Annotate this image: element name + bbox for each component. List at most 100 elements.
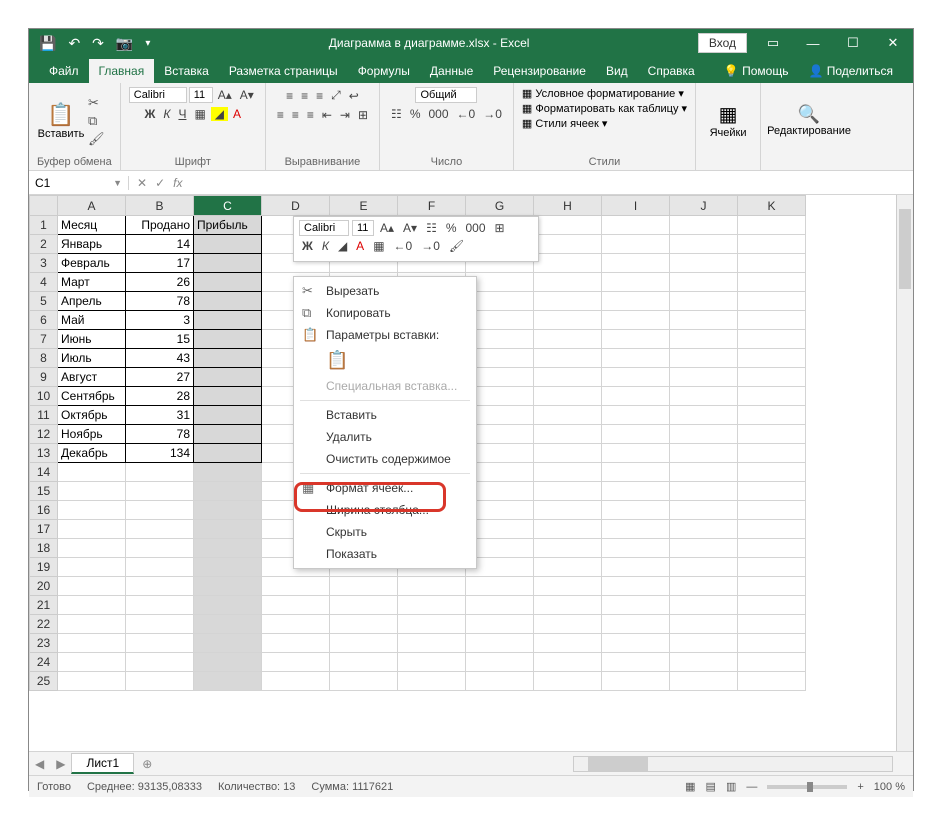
cell[interactable]	[670, 235, 738, 254]
cell[interactable]	[194, 425, 262, 444]
cell[interactable]: 78	[126, 292, 194, 311]
cell[interactable]	[58, 634, 126, 653]
cell[interactable]	[126, 558, 194, 577]
column-header[interactable]: G	[466, 196, 534, 216]
cell[interactable]	[602, 292, 670, 311]
cell[interactable]	[58, 520, 126, 539]
cell[interactable]: Февраль	[58, 254, 126, 273]
cell[interactable]	[58, 615, 126, 634]
cell[interactable]	[534, 482, 602, 501]
cell[interactable]	[466, 615, 534, 634]
close-icon[interactable]: ✕	[873, 29, 913, 57]
cell[interactable]	[602, 463, 670, 482]
tab-file[interactable]: Файл	[39, 59, 89, 83]
name-box[interactable]: C1▼	[29, 176, 129, 190]
tab-tell[interactable]: 💡 Помощь	[714, 59, 799, 83]
row-header[interactable]: 25	[30, 672, 58, 691]
cell[interactable]	[466, 672, 534, 691]
cell[interactable]	[534, 368, 602, 387]
cell[interactable]: Июль	[58, 349, 126, 368]
cell[interactable]: Декабрь	[58, 444, 126, 463]
row-header[interactable]: 16	[30, 501, 58, 520]
row-header[interactable]: 17	[30, 520, 58, 539]
fx-icon[interactable]: fx	[173, 176, 182, 190]
enter-formula-icon[interactable]: ✓	[155, 176, 165, 190]
cell[interactable]: 17	[126, 254, 194, 273]
column-header[interactable]: H	[534, 196, 602, 216]
cell[interactable]	[602, 653, 670, 672]
percent-icon[interactable]: %	[407, 106, 424, 122]
column-header[interactable]: A	[58, 196, 126, 216]
cell[interactable]	[602, 254, 670, 273]
column-header[interactable]: C	[194, 196, 262, 216]
tab-view[interactable]: Вид	[596, 59, 638, 83]
cell[interactable]	[58, 653, 126, 672]
cell[interactable]	[670, 368, 738, 387]
maximize-icon[interactable]: ☐	[833, 29, 873, 57]
align-top-icon[interactable]: ≡	[283, 88, 296, 104]
cell[interactable]	[738, 387, 806, 406]
cell[interactable]: Август	[58, 368, 126, 387]
cell[interactable]	[670, 273, 738, 292]
cell[interactable]	[126, 577, 194, 596]
cell[interactable]	[58, 482, 126, 501]
column-header[interactable]: K	[738, 196, 806, 216]
font-name-select[interactable]: Calibri	[129, 87, 187, 103]
mini-dec0-icon[interactable]: ←0	[391, 238, 416, 254]
editing-button[interactable]: 🔍Редактирование	[769, 91, 849, 151]
align-center-icon[interactable]: ≡	[289, 107, 302, 123]
cell[interactable]	[670, 482, 738, 501]
tab-data[interactable]: Данные	[420, 59, 483, 83]
cell[interactable]	[602, 330, 670, 349]
cell[interactable]	[194, 558, 262, 577]
cell[interactable]	[602, 425, 670, 444]
cell[interactable]	[670, 634, 738, 653]
align-left-icon[interactable]: ≡	[274, 107, 287, 123]
cell[interactable]	[194, 672, 262, 691]
cell[interactable]	[738, 406, 806, 425]
cell[interactable]	[534, 311, 602, 330]
tab-help[interactable]: Справка	[638, 59, 705, 83]
cell[interactable]	[738, 501, 806, 520]
dec-decimal-icon[interactable]: →0	[480, 106, 505, 122]
cell[interactable]	[738, 482, 806, 501]
cell[interactable]	[194, 653, 262, 672]
cell[interactable]	[534, 406, 602, 425]
cell[interactable]	[738, 254, 806, 273]
row-header[interactable]: 9	[30, 368, 58, 387]
cell[interactable]: 134	[126, 444, 194, 463]
cell[interactable]	[330, 653, 398, 672]
cell[interactable]	[398, 577, 466, 596]
cell[interactable]	[398, 634, 466, 653]
cell[interactable]	[602, 501, 670, 520]
mini-merge-icon[interactable]: ⊞	[492, 220, 508, 236]
row-header[interactable]: 19	[30, 558, 58, 577]
cell[interactable]	[670, 330, 738, 349]
cond-format-button[interactable]: ▦ Условное форматирование ▾	[522, 87, 684, 100]
cell[interactable]	[534, 330, 602, 349]
align-mid-icon[interactable]: ≡	[298, 88, 311, 104]
cell[interactable]	[738, 311, 806, 330]
cell[interactable]	[534, 539, 602, 558]
row-header[interactable]: 14	[30, 463, 58, 482]
cell[interactable]	[534, 235, 602, 254]
cell[interactable]	[738, 558, 806, 577]
row-header[interactable]: 23	[30, 634, 58, 653]
cell[interactable]	[194, 444, 262, 463]
cell[interactable]: Прибыль	[194, 216, 262, 235]
horizontal-scrollbar[interactable]	[573, 756, 893, 772]
menu-cut[interactable]: ✂Вырезать	[294, 280, 476, 302]
cell[interactable]	[534, 520, 602, 539]
cell[interactable]	[534, 349, 602, 368]
cell[interactable]	[602, 482, 670, 501]
cell[interactable]: 43	[126, 349, 194, 368]
tab-review[interactable]: Рецензирование	[483, 59, 596, 83]
cell[interactable]	[330, 596, 398, 615]
cell[interactable]	[262, 653, 330, 672]
cell[interactable]	[670, 653, 738, 672]
cell[interactable]	[602, 539, 670, 558]
cell[interactable]	[194, 539, 262, 558]
select-all-corner[interactable]	[30, 196, 58, 216]
cell[interactable]	[194, 368, 262, 387]
italic-button[interactable]: К	[160, 106, 173, 122]
